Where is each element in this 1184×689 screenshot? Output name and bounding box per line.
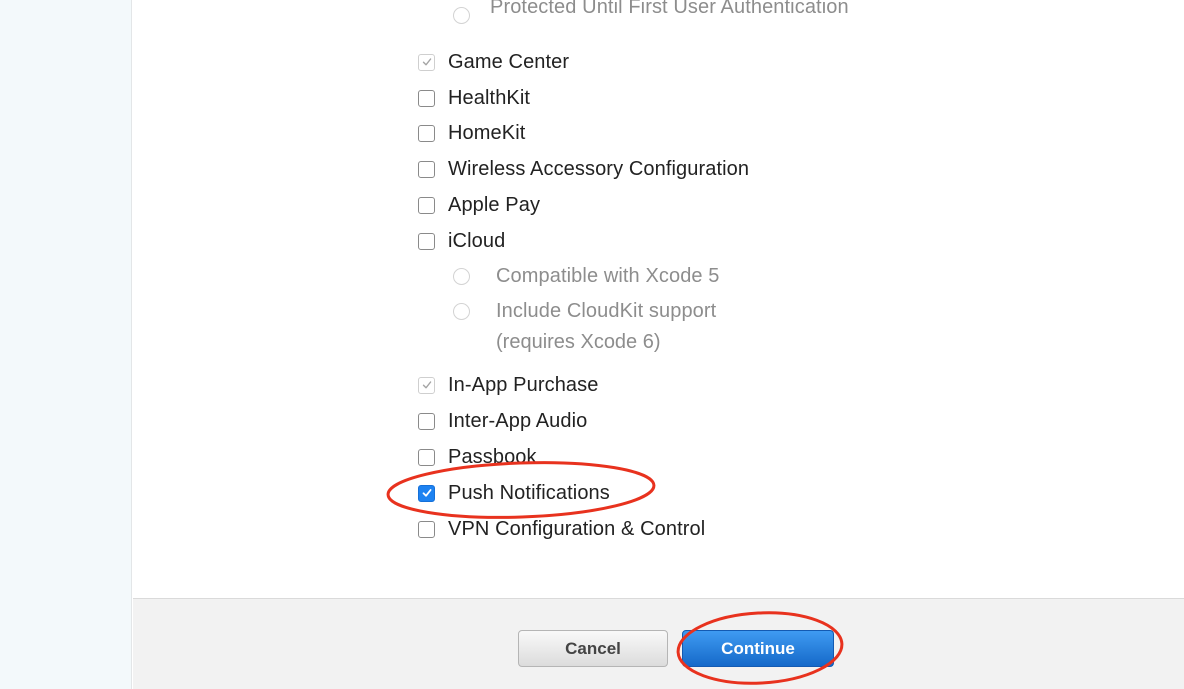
radio-circle-icon[interactable] bbox=[453, 267, 470, 285]
cancel-button[interactable]: Cancel bbox=[518, 630, 668, 667]
capability-label: Game Center bbox=[448, 50, 570, 73]
capability-label: iCloud bbox=[448, 229, 506, 252]
capability-icloud[interactable]: iCloud bbox=[418, 229, 505, 253]
icloud-option-cloudkit[interactable]: Include CloudKit support bbox=[453, 299, 716, 323]
radio-circle-icon[interactable] bbox=[453, 302, 470, 320]
capability-apple-pay[interactable]: Apple Pay bbox=[418, 193, 540, 217]
checkbox[interactable] bbox=[418, 124, 435, 142]
left-sidebar-gutter bbox=[0, 0, 132, 689]
data-protection-option-first-auth[interactable]: Protected Until First User Authenticatio… bbox=[453, 0, 849, 26]
capability-homekit[interactable]: HomeKit bbox=[418, 121, 525, 145]
capability-game-center[interactable]: Game Center bbox=[418, 50, 569, 74]
option-label: Protected Until First User Authenticatio… bbox=[490, 0, 849, 18]
capability-label: HealthKit bbox=[448, 86, 531, 109]
capability-label: In-App Purchase bbox=[448, 373, 599, 396]
icloud-option-xcode5[interactable]: Compatible with Xcode 5 bbox=[453, 264, 720, 288]
checkbox[interactable] bbox=[418, 412, 435, 430]
option-label: Compatible with Xcode 5 bbox=[496, 264, 720, 287]
checkbox[interactable] bbox=[418, 160, 435, 178]
option-label: Include CloudKit support bbox=[496, 299, 717, 322]
capability-wireless-accessory[interactable]: Wireless Accessory Configuration bbox=[418, 157, 749, 181]
checkbox-checked[interactable] bbox=[418, 484, 435, 502]
checkmark-icon bbox=[422, 381, 431, 389]
capability-push-notifications[interactable]: Push Notifications bbox=[418, 481, 610, 505]
checkbox[interactable] bbox=[418, 520, 435, 538]
capability-label: Passbook bbox=[448, 445, 537, 468]
checkbox[interactable] bbox=[418, 89, 435, 107]
app-id-capabilities-page: Protected Until First User Authenticatio… bbox=[0, 0, 1184, 689]
checkbox-checked-disabled[interactable] bbox=[418, 53, 435, 71]
capability-passbook[interactable]: Passbook bbox=[418, 445, 537, 469]
capability-label: VPN Configuration & Control bbox=[448, 517, 706, 540]
checkbox-checked-disabled[interactable] bbox=[418, 376, 435, 394]
capability-healthkit[interactable]: HealthKit bbox=[418, 86, 530, 110]
capability-label: Wireless Accessory Configuration bbox=[448, 157, 750, 180]
capability-label: Inter-App Audio bbox=[448, 409, 588, 432]
checkbox[interactable] bbox=[418, 196, 435, 214]
radio-circle-icon[interactable] bbox=[453, 7, 470, 24]
capability-label: HomeKit bbox=[448, 121, 526, 144]
option-label-continuation: (requires Xcode 6) bbox=[496, 331, 661, 353]
capability-inter-app-audio[interactable]: Inter-App Audio bbox=[418, 409, 587, 433]
checkbox[interactable] bbox=[418, 232, 435, 250]
capability-label: Push Notifications bbox=[448, 481, 610, 504]
continue-button[interactable]: Continue bbox=[682, 630, 834, 667]
checkmark-icon bbox=[422, 58, 431, 66]
capability-vpn[interactable]: VPN Configuration & Control bbox=[418, 517, 705, 541]
checkmark-icon bbox=[422, 489, 431, 497]
checkbox[interactable] bbox=[418, 448, 435, 466]
capability-label: Apple Pay bbox=[448, 193, 541, 216]
capability-in-app-purchase[interactable]: In-App Purchase bbox=[418, 373, 598, 397]
